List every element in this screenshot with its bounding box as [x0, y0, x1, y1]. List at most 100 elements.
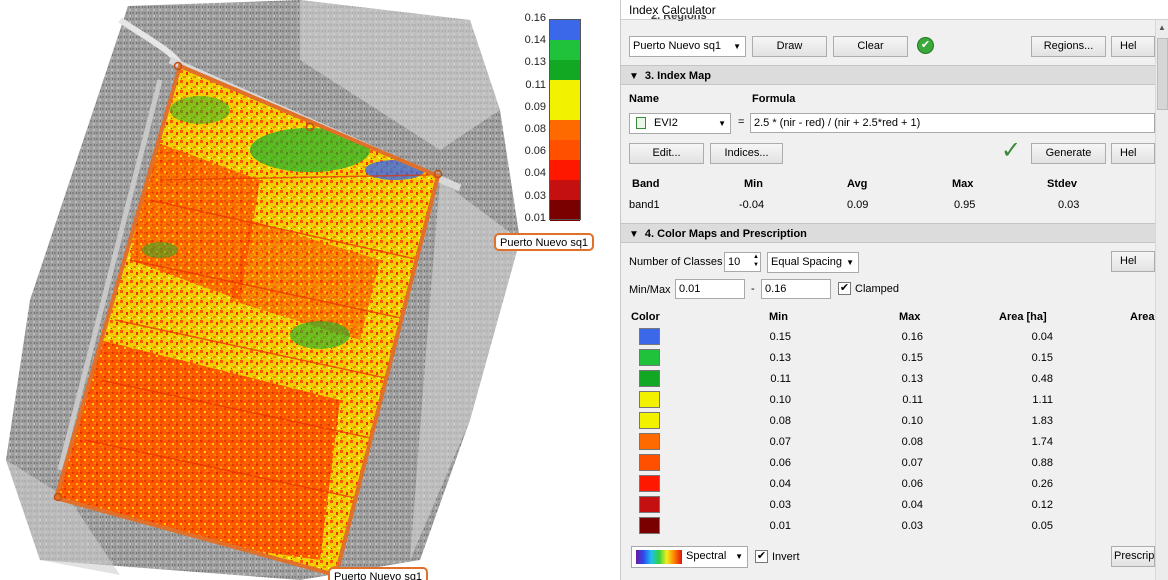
table-header-color: Color: [631, 311, 660, 323]
index-select-value: EVI2: [654, 117, 678, 129]
invert-checkbox[interactable]: ✔: [755, 550, 768, 563]
stats-header-band: Band: [632, 178, 660, 190]
min-value-input[interactable]: 0.01: [675, 279, 745, 299]
class-max-cell: 0.08: [901, 436, 923, 448]
table-header-max: Max: [899, 311, 921, 323]
class-min-cell: 0.07: [769, 436, 791, 448]
class-max-cell: 0.10: [901, 415, 923, 427]
collapse-triangle-icon: ▼: [629, 229, 639, 240]
spinner-arrows-icon[interactable]: ▲ ▼: [753, 253, 759, 269]
class-color-swatch[interactable]: [639, 433, 660, 450]
class-max-cell: 0.07: [901, 457, 923, 469]
legend-tick-label: 0.03: [524, 189, 546, 202]
class-area-cell: 0.88: [1031, 457, 1053, 469]
regions-button[interactable]: Regions...: [1031, 36, 1106, 57]
palette-select[interactable]: Spectral ▼: [631, 546, 748, 568]
help-button-colormaps[interactable]: Hel: [1111, 251, 1155, 272]
class-color-swatch[interactable]: [639, 328, 660, 345]
table-header-area-ha: Area [ha]: [999, 311, 1047, 323]
table-header-area: Area: [1130, 311, 1155, 323]
region-label-tag[interactable]: Puerto Nuevo sq1: [494, 233, 595, 251]
stats-min: -0.04: [739, 199, 765, 211]
clear-button[interactable]: Clear: [833, 36, 908, 57]
minmax-dash: -: [751, 283, 755, 295]
index-map-section-title: 3. Index Map: [644, 70, 711, 82]
stats-header-avg: Avg: [847, 178, 868, 190]
index-map-section-header[interactable]: ▼ 3. Index Map: [621, 65, 1155, 85]
class-max-cell: 0.06: [901, 478, 923, 490]
class-max-cell: 0.16: [901, 331, 923, 343]
edit-button[interactable]: Edit...: [629, 143, 704, 164]
scroll-thumb[interactable]: [1157, 38, 1168, 110]
legend-tick-label: 0.09: [524, 100, 546, 113]
map-view[interactable]: 0.16 0.14 0.13 0.11 0.09 0.08 0.06 0.04 0.03 0.01…: [0, 0, 620, 580]
class-color-swatch[interactable]: [639, 349, 660, 366]
number-of-classes-label: Number of Classes: [629, 256, 723, 268]
equals-sign: =: [738, 116, 745, 128]
vertical-scrollbar[interactable]: ▲: [1155, 20, 1168, 580]
class-area-cell: 0.12: [1031, 499, 1053, 511]
help-button-regions[interactable]: Hel: [1111, 36, 1155, 57]
legend-tick-label: 0.08: [524, 123, 546, 135]
class-color-swatch[interactable]: [639, 475, 660, 492]
max-value-input[interactable]: 0.16: [761, 279, 831, 299]
legend-tick-label: 0.14: [524, 34, 546, 47]
legend-frame: [549, 19, 581, 220]
class-min-cell: 0.04: [769, 478, 791, 490]
index-select[interactable]: EVI2 ▼: [629, 113, 731, 134]
class-min-cell: 0.10: [769, 394, 791, 406]
region-label-tag[interactable]: Puerto Nuevo sq1: [328, 567, 429, 580]
clamped-label: Clamped: [855, 283, 900, 295]
regions-section-header-partial: 2. Regions: [651, 15, 707, 21]
legend-tick-label: 0.13: [524, 56, 546, 69]
scroll-up-icon[interactable]: ▲: [1158, 23, 1166, 32]
color-maps-section-title: 4. Color Maps and Prescription: [644, 228, 807, 240]
stats-band: band1: [629, 199, 660, 211]
indices-button[interactable]: Indices...: [710, 143, 783, 164]
legend-tick-label: 0.11: [525, 78, 546, 91]
class-area-cell: 1.11: [1032, 394, 1053, 406]
chevron-down-icon: ▼: [718, 119, 726, 128]
class-color-swatch[interactable]: [639, 391, 660, 408]
class-min-cell: 0.13: [769, 352, 791, 364]
legend-tick-label: 0.16: [524, 12, 546, 24]
stats-header-max: Max: [952, 178, 974, 190]
number-of-classes-spinner[interactable]: 10 ▲ ▼: [724, 252, 761, 272]
ok-status-icon: ✔: [917, 37, 934, 54]
class-area-cell: 0.48: [1031, 373, 1053, 385]
region-select-value: Puerto Nuevo sq1: [633, 40, 722, 52]
color-maps-section-header[interactable]: ▼ 4. Color Maps and Prescription: [621, 223, 1155, 243]
stats-header-min: Min: [744, 178, 763, 190]
class-color-swatch[interactable]: [639, 412, 660, 429]
table-header-min: Min: [769, 311, 788, 323]
generate-button[interactable]: Generate: [1031, 143, 1106, 164]
spacing-select[interactable]: Equal Spacing ▼: [767, 252, 859, 273]
invert-label: Invert: [772, 551, 800, 563]
help-button-index[interactable]: Hel: [1111, 143, 1155, 164]
clamped-checkbox[interactable]: ✔: [838, 282, 851, 295]
class-area-cell: 1.74: [1031, 436, 1053, 448]
class-color-swatch[interactable]: [639, 454, 660, 471]
class-min-cell: 0.01: [769, 520, 791, 532]
class-max-cell: 0.03: [901, 520, 923, 532]
draw-button[interactable]: Draw: [752, 36, 827, 57]
class-max-cell: 0.11: [902, 394, 923, 406]
collapse-triangle-icon: ▼: [629, 71, 639, 82]
chevron-down-icon: ▼: [846, 258, 854, 267]
name-header: Name: [629, 93, 659, 105]
chevron-down-icon: ▼: [735, 552, 743, 561]
prescription-button[interactable]: Prescrip: [1111, 546, 1155, 567]
stats-header-stdev: Stdev: [1047, 178, 1077, 190]
class-area-cell: 0.26: [1031, 478, 1053, 490]
class-color-swatch[interactable]: [639, 370, 660, 387]
class-min-cell: 0.11: [770, 373, 791, 385]
class-area-cell: 0.04: [1031, 331, 1053, 343]
formula-header: Formula: [752, 93, 796, 105]
class-max-cell: 0.04: [901, 499, 923, 511]
formula-input[interactable]: 2.5 * (nir - red) / (nir + 2.5*red + 1): [750, 113, 1155, 133]
class-color-swatch[interactable]: [639, 496, 660, 513]
region-select[interactable]: Puerto Nuevo sq1 ▼: [629, 36, 746, 57]
minmax-label: Min/Max: [629, 284, 671, 296]
class-color-swatch[interactable]: [639, 517, 660, 534]
legend-tick-label: 0.06: [524, 145, 546, 158]
